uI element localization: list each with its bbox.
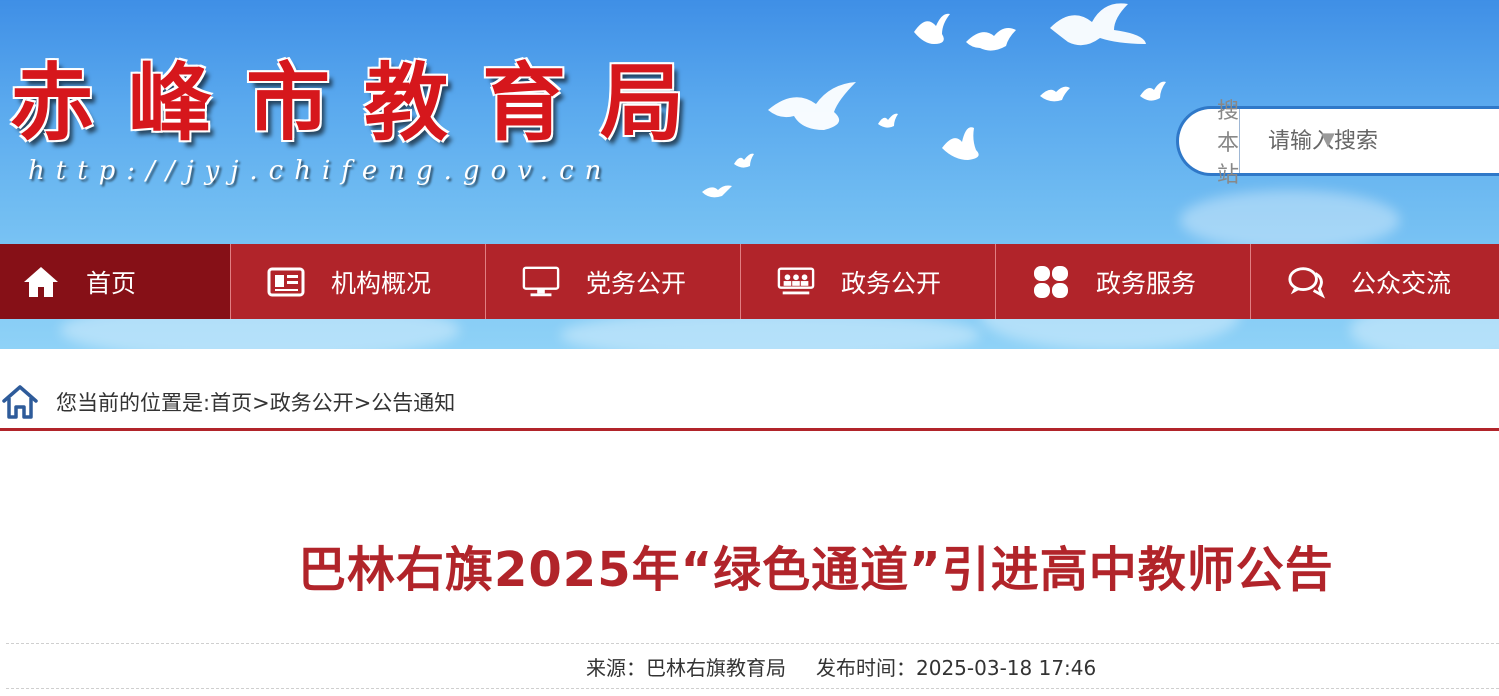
nav-label: 公众交流 [1351, 268, 1452, 298]
publish-time: 2025-03-18 17:46 [916, 656, 1097, 680]
nav-item-government-affairs[interactable]: 政务公开 [741, 244, 996, 319]
breadcrumb-separator: > [353, 391, 372, 415]
nav-item-government-services[interactable]: 政务服务 [996, 244, 1251, 319]
breadcrumb-link-home[interactable]: 首页 [210, 391, 252, 415]
dove-icon [734, 153, 754, 168]
nav-item-home[interactable]: 首页 [0, 244, 231, 319]
breadcrumb-prefix: 您当前的位置是: [56, 391, 211, 415]
meeting-icon [777, 263, 815, 301]
breadcrumb-divider [0, 428, 1499, 431]
dove-icon [966, 28, 1016, 51]
site-url: http://jyj.chifeng.gov.cn [28, 156, 613, 186]
article-title: 巴林右旗2025年“绿色通道”引进高中教师公告 [298, 542, 1334, 598]
clover-icon [1032, 263, 1070, 301]
dove-icon [1140, 81, 1166, 101]
nav-label: 政务服务 [1096, 268, 1197, 298]
nav-item-public-communication[interactable]: 公众交流 [1251, 244, 1499, 319]
nav-label: 党务公开 [586, 268, 687, 298]
article-meta: 来源：巴林右旗教育局 发布时间：2025-03-18 17:46 [586, 652, 1096, 681]
cloud-decoration [1180, 190, 1400, 250]
search-bar: 搜本站 ▼ [1176, 99, 1499, 188]
main-nav: 首页 机构概况 党务公开 政务公开 政务服务 公众交流 [0, 244, 1499, 319]
nav-label: 政务公开 [841, 268, 942, 298]
site-logo-text[interactable]: 赤峰市教育局 [10, 58, 718, 148]
dove-icon [1050, 3, 1146, 46]
meta-divider-top [6, 643, 1499, 644]
breadcrumb-link-announcements[interactable]: 公告通知 [371, 391, 455, 415]
nav-label: 机构概况 [331, 268, 432, 298]
search-scope-label: 搜本站 [1217, 99, 1240, 188]
dove-icon [878, 113, 898, 128]
source-label: 来源： [586, 656, 646, 680]
search-input[interactable] [1240, 108, 1499, 174]
home-icon[interactable] [0, 382, 40, 422]
dove-icon [1040, 86, 1070, 102]
breadcrumb-link-government-affairs[interactable]: 政务公开 [270, 391, 354, 415]
dove-icon [702, 185, 732, 198]
breadcrumb: 您当前的位置是:首页>政务公开>公告通知 [0, 380, 455, 424]
search-scope-select[interactable]: 搜本站 ▼ [1179, 99, 1335, 188]
breadcrumb-text: 您当前的位置是:首页>政务公开>公告通知 [56, 387, 455, 417]
dove-icon [942, 127, 979, 160]
home-icon [22, 263, 60, 301]
dove-icon [768, 82, 856, 130]
dove-icon [914, 13, 950, 44]
chat-icon [1287, 263, 1325, 301]
nav-label: 首页 [86, 268, 137, 298]
newspaper-icon [267, 263, 305, 301]
nav-item-party-affairs[interactable]: 党务公开 [486, 244, 741, 319]
meta-divider-bottom [6, 688, 1499, 689]
nav-item-organization[interactable]: 机构概况 [231, 244, 486, 319]
time-label: 发布时间： [816, 656, 916, 680]
monitor-icon [522, 263, 560, 301]
article-source: 巴林右旗教育局 [646, 656, 786, 680]
breadcrumb-separator: > [252, 391, 270, 415]
dropdown-arrow-icon: ▼ [1321, 129, 1335, 150]
